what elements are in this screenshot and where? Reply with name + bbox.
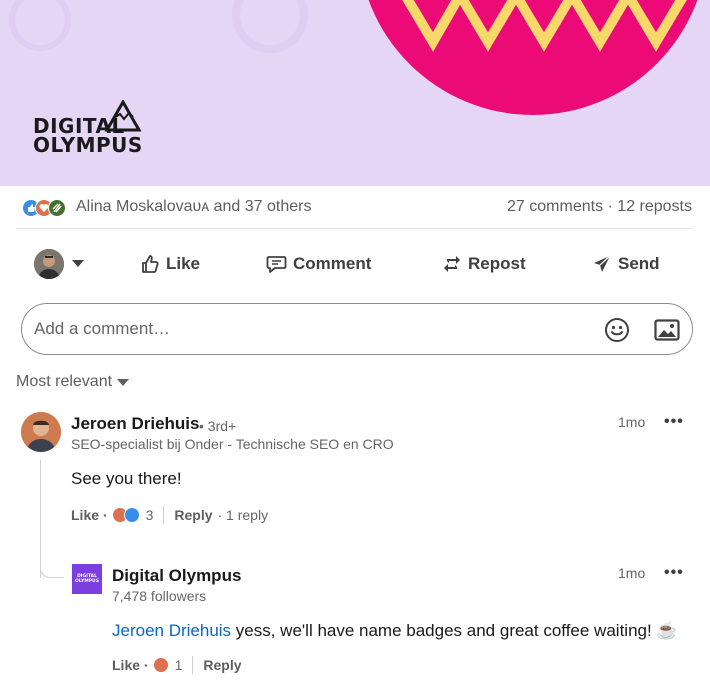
repost-arrows-icon	[444, 256, 460, 272]
logo-line-2: OLYMPUS	[33, 133, 143, 157]
comment-reaction-count[interactable]: 3	[146, 507, 154, 523]
comment-reply-button[interactable]: Reply	[174, 507, 212, 523]
sort-dropdown[interactable]: Most relevant	[16, 373, 130, 391]
action-bar: Like Comment Repost Send	[0, 240, 710, 288]
actor-switch-caret-icon[interactable]	[72, 260, 84, 267]
like-icon	[123, 507, 140, 523]
commenter-avatar[interactable]	[21, 412, 61, 452]
thread-connector	[40, 560, 64, 578]
comment-author-name[interactable]: Jeroen Driehuis	[71, 414, 200, 434]
reactor-names-link[interactable]: Alina Moskalovaᴜᴀ and 37 others	[76, 198, 311, 216]
comment-button[interactable]: Comment	[266, 250, 371, 278]
digital-olympus-logo: DIGITAL OLYMPUS	[33, 100, 163, 157]
reply-text: Jeroen Driehuis yess, we'll have name ba…	[112, 621, 678, 641]
reply-body: yess, we'll have name badges and great c…	[231, 621, 678, 640]
comment-timestamp: 1mo	[618, 414, 646, 430]
reply-like-button[interactable]: Like ·	[112, 657, 149, 673]
reply-reactions[interactable]	[152, 656, 175, 674]
send-button[interactable]: Send	[592, 250, 660, 278]
person-icon	[34, 249, 64, 279]
send-label: Send	[618, 254, 660, 273]
emoji-icon[interactable]	[604, 317, 630, 343]
comment-label: Comment	[293, 254, 372, 273]
reply-actions: Like · 1 Reply	[112, 656, 242, 674]
reply-author-name[interactable]: Digital Olympus	[112, 566, 241, 586]
post-stats: Alina Moskalovaᴜᴀ and 37 others 27 comme…	[0, 186, 710, 228]
reply-author-followers: 7,478 followers	[112, 588, 207, 604]
comment-actions: Like · 3 Reply · 1 reply	[71, 506, 268, 524]
post-image[interactable]: DIGITAL OLYMPUS	[0, 0, 710, 186]
comment-author-headline: SEO-specialist bij Onder - Technische SE…	[71, 436, 394, 452]
reply-count[interactable]: · 1 reply	[218, 507, 269, 523]
stats-divider	[16, 228, 692, 229]
comment-input[interactable]	[34, 316, 594, 342]
sort-label: Most relevant	[16, 373, 113, 390]
comment-like-button[interactable]: Like ·	[71, 507, 108, 523]
repost-button[interactable]: Repost	[442, 250, 526, 278]
action-separator	[192, 656, 194, 674]
comment-reactions[interactable]	[111, 506, 146, 524]
company-avatar[interactable]: DIGITAL OLYMPUS	[72, 564, 102, 594]
repost-label: Repost	[468, 254, 526, 273]
person-icon	[21, 412, 61, 452]
avatar-text-line-2: OLYMPUS	[75, 579, 99, 584]
comment-more-options-icon[interactable]: •••	[664, 413, 684, 431]
reaction-icons[interactable]	[22, 199, 72, 217]
connection-degree: • 3rd+	[199, 418, 237, 434]
insightful-icon	[48, 199, 66, 217]
reply-reaction-count[interactable]: 1	[175, 657, 183, 673]
photo-icon[interactable]	[654, 317, 680, 343]
caret-down-icon	[117, 378, 130, 386]
love-icon	[152, 657, 169, 673]
comments-reposts-count[interactable]: 27 comments · 12 reposts	[507, 198, 692, 216]
like-label: Like	[166, 254, 201, 273]
banner-artwork	[9, 0, 698, 115]
reply-more-options-icon[interactable]: •••	[664, 564, 684, 582]
mention-link[interactable]: Jeroen Driehuis	[112, 621, 231, 640]
action-separator	[163, 506, 165, 524]
comment-text: See you there!	[71, 469, 182, 488]
actor-avatar[interactable]	[34, 249, 64, 279]
paper-plane-icon	[594, 255, 611, 272]
reply-reply-button[interactable]: Reply	[203, 657, 241, 673]
speech-bubble-icon	[266, 256, 287, 273]
comment-box	[21, 303, 693, 355]
thumbs-up-icon	[142, 255, 159, 273]
like-button[interactable]: Like	[140, 250, 200, 278]
reply-timestamp: 1mo	[618, 565, 646, 581]
